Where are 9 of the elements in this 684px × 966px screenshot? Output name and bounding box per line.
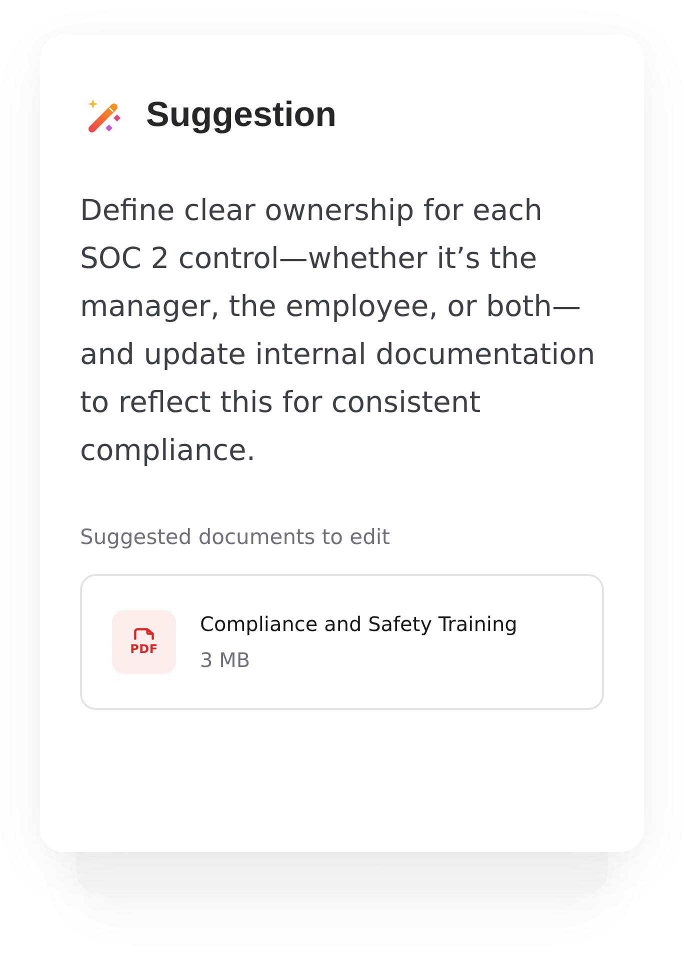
section-label: Suggested documents to edit xyxy=(80,524,391,551)
file-type-label: PDF xyxy=(130,642,158,656)
document-name: Compliance and Safety Training xyxy=(200,611,518,637)
document-item[interactable]: PDF Compliance and Safety Training 3 MB xyxy=(80,574,604,710)
card-title: Suggestion xyxy=(146,94,337,136)
magic-wand-icon xyxy=(88,98,122,132)
suggestion-text: Define clear ownership for each SOC 2 control—whether it’s the manager, the employee, or both—and update internal documentation to reflect this for consistent compliance. xyxy=(80,192,596,469)
document-outline-icon xyxy=(134,628,154,640)
document-size: 3 MB xyxy=(200,647,252,673)
